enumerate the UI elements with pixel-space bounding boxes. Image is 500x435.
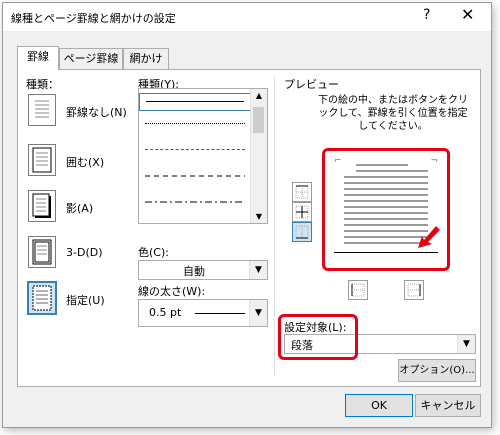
preview-heading: プレビュー: [284, 78, 339, 91]
tab-borders[interactable]: 罫線: [17, 46, 59, 70]
tab-page-border[interactable]: ページ罫線: [59, 48, 123, 70]
scroll-down-icon[interactable]: ▼: [251, 212, 267, 221]
scroll-up-icon[interactable]: ▲: [251, 91, 267, 100]
bottom-border-button[interactable]: [292, 222, 312, 242]
apply-to-highlight: [278, 314, 358, 360]
border-shading-dialog: 線種とページ罫線と網かけの設定 ? ✕ 罫線 ページ罫線 網かけ 種類： 罫線な…: [2, 2, 492, 428]
left-border-button[interactable]: [348, 280, 368, 300]
width-label: 線の太さ(W):: [138, 285, 206, 298]
border-box-icon: [32, 147, 52, 173]
inside-border-button[interactable]: [292, 202, 312, 222]
dialog-title: 線種とページ罫線と網かけの設定: [11, 12, 176, 25]
border-none-icon: [35, 100, 49, 118]
border-custom-icon: [32, 285, 52, 311]
borders-tab-panel: 種類： 罫線なし(N) 囲む(X) 影(A) 3-D(D) 指定(U) 種類(Y…: [17, 69, 481, 387]
color-dropdown[interactable]: 自動 ▼: [138, 260, 268, 280]
setting-none-button[interactable]: [28, 94, 56, 126]
chevron-down-icon[interactable]: ▼: [249, 300, 267, 326]
setting-shadow-button[interactable]: [28, 190, 56, 222]
help-button[interactable]: ?: [423, 7, 430, 23]
chevron-down-icon[interactable]: ▼: [457, 335, 475, 353]
preview-highlight: [322, 148, 450, 271]
setting-box-label: 囲む(X): [66, 156, 105, 169]
border-shadow-icon: [32, 193, 51, 218]
line-style-solid[interactable]: [139, 93, 251, 111]
border-inside-icon: [295, 205, 309, 219]
border-bottom-icon: [295, 225, 309, 239]
width-dropdown[interactable]: 0.5 pt ▼: [138, 299, 268, 327]
line-style-list[interactable]: ▲ ▼: [138, 88, 268, 224]
top-border-button[interactable]: [292, 182, 312, 202]
preview-instruction: 下の絵の中、またはボタンをクリックして、罫線を引く位置を指定してください。: [318, 95, 468, 132]
setting-custom-button[interactable]: [27, 281, 57, 315]
color-value: 自動: [183, 265, 205, 278]
title-bar: 線種とページ罫線と網かけの設定 ? ✕: [3, 3, 491, 31]
line-style-dots[interactable]: [139, 145, 251, 155]
line-style-dash-dot[interactable]: [139, 197, 251, 207]
color-label: 色(C):: [138, 246, 169, 259]
setting-3d-label: 3-D(D): [66, 246, 103, 259]
chevron-down-icon[interactable]: ▼: [249, 261, 267, 279]
border-left-icon: [351, 283, 365, 297]
line-style-fine-dots[interactable]: [139, 119, 251, 129]
column-divider: [274, 76, 275, 376]
options-button[interactable]: オプション(O)...: [398, 359, 476, 382]
cancel-button[interactable]: キャンセル: [415, 394, 481, 417]
line-style-scrollbar[interactable]: ▲ ▼: [250, 89, 267, 223]
line-style-dashed[interactable]: [139, 171, 251, 181]
setting-none-label: 罫線なし(N): [66, 106, 127, 119]
setting-shadow-label: 影(A): [66, 202, 94, 215]
close-button[interactable]: ✕: [461, 5, 474, 24]
ok-button[interactable]: OK: [345, 394, 413, 417]
setting-custom-label: 指定(U): [66, 294, 105, 307]
tab-shading[interactable]: 網かけ: [123, 48, 169, 70]
setting-3d-button[interactable]: [28, 236, 56, 268]
border-3d-icon: [32, 239, 52, 265]
border-top-icon: [295, 185, 309, 199]
right-border-button[interactable]: [404, 280, 424, 300]
width-sample-line: [195, 313, 245, 314]
border-right-icon: [407, 283, 421, 297]
setting-heading: 種類：: [26, 78, 59, 91]
width-value: 0.5 pt: [149, 306, 182, 319]
setting-box-button[interactable]: [28, 144, 56, 176]
scroll-thumb[interactable]: [253, 107, 264, 133]
